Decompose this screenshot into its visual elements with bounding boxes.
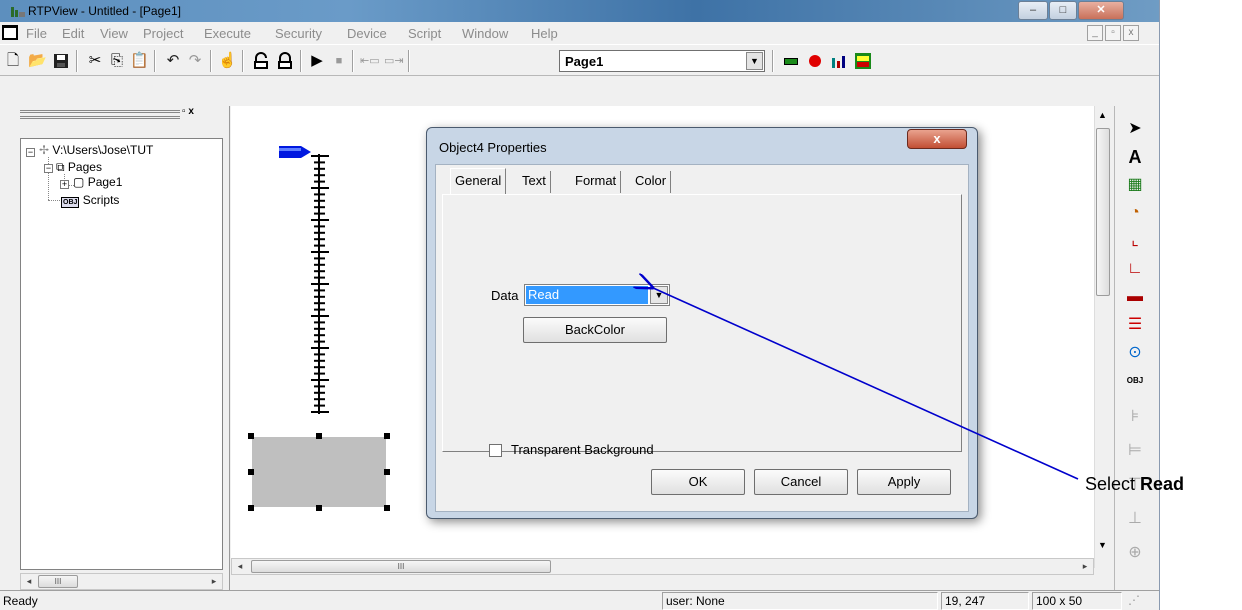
annotation-prefix: Select [1085,474,1141,494]
annotation-arrow [0,0,1079,480]
annotation-bold: Read [1140,474,1185,494]
annotation-label: Select Read [1085,474,1184,495]
